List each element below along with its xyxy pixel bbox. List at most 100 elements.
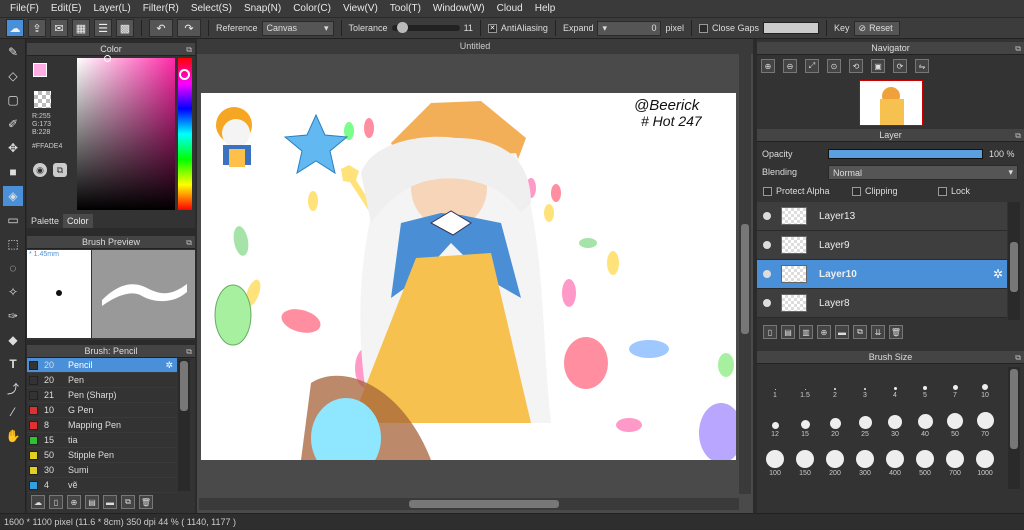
- brush-item[interactable]: 20 Pencil ✲: [27, 358, 177, 373]
- fill-icon[interactable]: ◈: [3, 186, 23, 206]
- protect-alpha-checkbox[interactable]: [763, 186, 772, 196]
- scrollbar-thumb[interactable]: [409, 500, 559, 508]
- gear-icon[interactable]: ✲: [993, 267, 1003, 281]
- opacity-slider[interactable]: [828, 149, 983, 159]
- lock-option[interactable]: Lock: [938, 186, 970, 196]
- popout-icon[interactable]: ⧉: [1015, 42, 1021, 55]
- layer-item[interactable]: Layer13: [757, 202, 1007, 231]
- menu-file[interactable]: File(F): [4, 0, 45, 17]
- tolerance-slider[interactable]: [391, 22, 460, 33]
- visibility-icon[interactable]: [763, 241, 771, 249]
- select-rect-icon[interactable]: ▢: [3, 90, 23, 110]
- popout-icon[interactable]: ⧉: [186, 43, 192, 56]
- menu-color[interactable]: Color(C): [287, 0, 337, 17]
- brush-size-cell[interactable]: 1: [760, 367, 790, 399]
- new-8bit-layer-icon[interactable]: ▥: [799, 325, 813, 339]
- flip-icon[interactable]: ⇋: [915, 59, 929, 73]
- select-eraser-icon[interactable]: ◆: [3, 330, 23, 350]
- gradient-icon[interactable]: ▭: [3, 210, 23, 230]
- brush-size-cell[interactable]: 25: [850, 399, 880, 438]
- brush-item[interactable]: 20 Pen: [27, 373, 177, 388]
- brush-size-cell[interactable]: 1000: [970, 438, 1000, 477]
- chat-icon[interactable]: ✉: [50, 19, 68, 37]
- redo-icon[interactable]: ↷: [177, 19, 201, 37]
- scrollbar-thumb[interactable]: [741, 224, 749, 334]
- brush-size-cell[interactable]: 4: [880, 367, 910, 399]
- gear-icon[interactable]: ✲: [165, 360, 173, 371]
- delete-brush-icon[interactable]: 🗑: [139, 495, 153, 509]
- lasso-icon[interactable]: ◌: [3, 258, 23, 278]
- brush-size-cell[interactable]: 70: [970, 399, 1000, 438]
- zoom-out-icon[interactable]: ⊖: [783, 59, 797, 73]
- menu-window[interactable]: Window(W): [427, 0, 491, 17]
- menu-filter[interactable]: Filter(R): [137, 0, 185, 17]
- foreground-color-swatch[interactable]: [33, 63, 47, 77]
- new-layer-icon[interactable]: ▯: [763, 325, 777, 339]
- menu-edit[interactable]: Edit(E): [45, 0, 88, 17]
- brush-size-cell[interactable]: 5: [910, 367, 940, 399]
- tolerance-slider-thumb[interactable]: [397, 22, 409, 33]
- brush-size-cell[interactable]: 200: [820, 438, 850, 477]
- rotate-left-icon[interactable]: ⟲: [849, 59, 863, 73]
- popout-icon[interactable]: ⧉: [186, 345, 192, 358]
- canvas-vertical-scrollbar[interactable]: [739, 54, 751, 494]
- popout-icon[interactable]: ⧉: [1015, 129, 1021, 142]
- delete-layer-icon[interactable]: 🗑: [889, 325, 903, 339]
- brush-size-cell[interactable]: 3: [850, 367, 880, 399]
- brush-size-cell[interactable]: 700: [940, 438, 970, 477]
- blending-select[interactable]: Normal ▾: [828, 165, 1018, 180]
- eyedropper-icon[interactable]: ⁄: [3, 402, 23, 422]
- text-icon[interactable]: T: [3, 354, 23, 374]
- menu-layer[interactable]: Layer(L): [87, 0, 136, 17]
- brush-size-cell[interactable]: 50: [940, 399, 970, 438]
- visibility-icon[interactable]: [763, 299, 771, 307]
- export-icon[interactable]: ⇪: [28, 19, 46, 37]
- lock-checkbox[interactable]: [938, 186, 947, 196]
- folder-icon[interactable]: ▬: [103, 495, 117, 509]
- cloud-brush-icon[interactable]: ☁: [31, 495, 45, 509]
- new-halftone-layer-icon[interactable]: ▤: [781, 325, 795, 339]
- rotate-right-icon[interactable]: ⟳: [893, 59, 907, 73]
- cloud-icon[interactable]: ☁: [6, 19, 24, 37]
- tile-icon[interactable]: ▩: [116, 19, 134, 37]
- brush-item[interactable]: 21 Pen (Sharp): [27, 388, 177, 403]
- brush-size-cell[interactable]: 400: [880, 438, 910, 477]
- menu-help[interactable]: Help: [529, 0, 562, 17]
- magic-wand-icon[interactable]: ✧: [3, 282, 23, 302]
- brush-size-cell[interactable]: 12: [760, 399, 790, 438]
- scrollbar-thumb[interactable]: [1010, 242, 1018, 292]
- hand-icon[interactable]: ✋: [3, 426, 23, 446]
- brush-size-cell[interactable]: 150: [790, 438, 820, 477]
- tab-color[interactable]: Color: [63, 214, 93, 228]
- brush-settings-icon[interactable]: ▤: [85, 495, 99, 509]
- brush-icon[interactable]: ✎: [3, 42, 23, 62]
- protect-alpha-option[interactable]: Protect Alpha: [763, 186, 830, 196]
- select-pen-icon[interactable]: ✑: [3, 306, 23, 326]
- move-icon[interactable]: ✥: [3, 138, 23, 158]
- brush-list-scrollbar[interactable]: [178, 359, 190, 491]
- zoom-in-icon[interactable]: ⊕: [761, 59, 775, 73]
- add-layer-menu-icon[interactable]: ⊕: [817, 325, 831, 339]
- drawing-canvas[interactable]: @Beerick # Hot 247: [201, 93, 736, 460]
- transparent-color-swatch[interactable]: [34, 91, 51, 108]
- clipping-option[interactable]: Clipping: [852, 186, 898, 196]
- antialiasing-checkbox[interactable]: ✕: [487, 23, 497, 33]
- brush-size-cell[interactable]: 1.5: [790, 367, 820, 399]
- color-picker-cursor[interactable]: [104, 55, 111, 62]
- brush-size-cell[interactable]: 300: [850, 438, 880, 477]
- visibility-icon[interactable]: [763, 212, 771, 220]
- hue-slider-thumb[interactable]: [179, 69, 190, 80]
- layer-item[interactable]: Layer9: [757, 231, 1007, 260]
- add-brush-icon[interactable]: ⊕: [67, 495, 81, 509]
- operation-icon[interactable]: ⤴: [3, 378, 23, 398]
- scrollbar-thumb[interactable]: [1010, 369, 1018, 449]
- visibility-icon[interactable]: [763, 270, 771, 278]
- expand-select[interactable]: ▾ 0: [597, 20, 662, 36]
- document-tab[interactable]: Untitled: [197, 39, 753, 54]
- undo-icon[interactable]: ↶: [149, 19, 173, 37]
- brush-size-cell[interactable]: 30: [880, 399, 910, 438]
- menu-view[interactable]: View(V): [337, 0, 384, 17]
- canvas-horizontal-scrollbar[interactable]: [199, 498, 739, 510]
- brush-item[interactable]: 10 G Pen: [27, 403, 177, 418]
- brush-size-cell[interactable]: 7: [940, 367, 970, 399]
